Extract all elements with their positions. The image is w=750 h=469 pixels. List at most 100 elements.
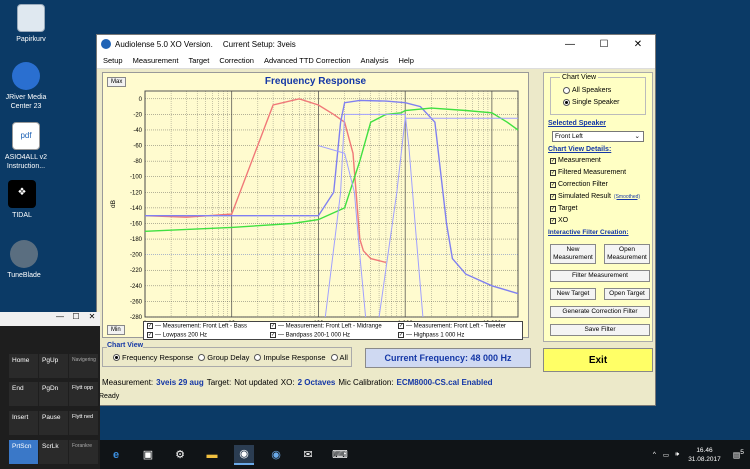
menu-target[interactable]: Target bbox=[188, 56, 209, 65]
key-prtscn[interactable]: PrtScn bbox=[9, 440, 38, 464]
checkbox-measurement[interactable]: ✓ bbox=[550, 157, 556, 164]
key-home[interactable]: Home bbox=[9, 354, 38, 378]
checkbox-target[interactable]: ✓ bbox=[550, 205, 556, 212]
legend-item-tweeter[interactable]: ✓ — Measurement: Front Left - Tweeter bbox=[398, 323, 506, 330]
y-tick-label: -180 bbox=[130, 237, 143, 243]
keyboard-restore-icon[interactable]: ☐ bbox=[68, 312, 84, 326]
key-end[interactable]: End bbox=[9, 382, 38, 406]
minimize-button[interactable]: — bbox=[553, 39, 587, 50]
key-forankre[interactable]: Forankre bbox=[69, 440, 98, 464]
y-tick-label: -240 bbox=[130, 284, 143, 290]
desktop-icon-jriver[interactable]: JRiver Media Center 23 bbox=[0, 62, 56, 111]
radio-frequency-response[interactable] bbox=[113, 353, 120, 361]
checkbox-correction-filter[interactable]: ✓ bbox=[550, 181, 556, 188]
network-icon[interactable]: ▭ bbox=[663, 451, 669, 459]
key-pause[interactable]: Pause bbox=[39, 411, 68, 435]
keyboard-close-icon[interactable]: ✕ bbox=[84, 312, 100, 326]
min-button[interactable]: Min bbox=[107, 325, 125, 335]
measurement-status-value: 3veis 29 aug bbox=[156, 377, 204, 387]
y-tick-label: -60 bbox=[133, 144, 142, 150]
open-target-button[interactable]: Open Target bbox=[604, 288, 650, 300]
desktop-icon-asio4all[interactable]: pdf ASIO4ALL v2 Instruction... bbox=[0, 122, 56, 171]
mic-status-value: ECM8000-CS.cal Enabled bbox=[396, 377, 493, 387]
max-button[interactable]: Max bbox=[107, 77, 127, 87]
save-filter-button[interactable]: Save Filter bbox=[550, 324, 650, 336]
open-measurement-button[interactable]: Open Measurement bbox=[604, 244, 650, 264]
new-target-button[interactable]: New Target bbox=[550, 288, 596, 300]
new-measurement-button[interactable]: New Measurement bbox=[550, 244, 596, 264]
desktop-icon-recycle-bin[interactable]: Papirkurv bbox=[2, 4, 60, 44]
action-center-icon[interactable]: ▤5 bbox=[733, 449, 744, 460]
clock-time: 16.46 bbox=[696, 446, 713, 454]
menu-setup[interactable]: Setup bbox=[103, 56, 123, 65]
radio-impulse-response[interactable] bbox=[254, 353, 262, 361]
measurement-status-label: Measurement: bbox=[102, 377, 154, 387]
close-button[interactable]: ✕ bbox=[621, 39, 655, 50]
keyboard-minimize-icon[interactable]: — bbox=[52, 312, 68, 326]
store-icon[interactable]: ▣ bbox=[138, 445, 158, 465]
volume-icon[interactable]: 🕪 bbox=[675, 451, 679, 459]
chart-legend: ✓ — Measurement: Front Left - Bass ✓ — Mea… bbox=[143, 321, 523, 340]
menu-correction[interactable]: Correction bbox=[219, 56, 254, 65]
legend-item-bass[interactable]: ✓ — Measurement: Front Left - Bass bbox=[147, 323, 247, 330]
system-tray: ^ ▭ 🕪 16.46 31.08.2017 ▤5 bbox=[649, 446, 750, 464]
show-hidden-icons-chevron-icon[interactable]: ^ bbox=[653, 451, 656, 458]
y-tick-label: -260 bbox=[130, 299, 143, 305]
audiolense-window: Audiolense 5.0 XO Version. Current Setup… bbox=[96, 34, 656, 406]
audiolense-taskbar-icon[interactable]: ◉ bbox=[234, 444, 254, 465]
jriver-taskbar-icon[interactable]: ◉ bbox=[266, 445, 286, 465]
generate-correction-filter-button[interactable]: Generate Correction Filter bbox=[550, 306, 650, 318]
key-pgdn[interactable]: PgDn bbox=[39, 382, 68, 406]
legend-item-lowpass[interactable]: ✓ — Lowpass 200 Hz bbox=[147, 332, 207, 339]
exit-button[interactable]: Exit bbox=[543, 348, 653, 372]
menu-advanced-ttd[interactable]: Advanced TTD Correction bbox=[264, 56, 351, 65]
tuneblade-icon bbox=[10, 240, 38, 268]
clock[interactable]: 16.46 31.08.2017 bbox=[688, 446, 721, 464]
title-bar[interactable]: Audiolense 5.0 XO Version. Current Setup… bbox=[97, 35, 655, 53]
radio-group-delay[interactable] bbox=[198, 353, 206, 361]
single-speaker-label: Single Speaker bbox=[572, 99, 620, 106]
on-screen-keyboard: — ☐ ✕ Home PgUp Navigering End PgDn Flyt… bbox=[0, 312, 100, 469]
menu-measurement[interactable]: Measurement bbox=[133, 56, 179, 65]
smoothed-link[interactable]: (Smoothed) bbox=[614, 194, 640, 200]
menu-analysis[interactable]: Analysis bbox=[361, 56, 389, 65]
desktop-icon-tuneblade[interactable]: TuneBlade bbox=[0, 240, 54, 280]
legend-item-midrange[interactable]: ✓ — Measurement: Front Left - Midrange bbox=[270, 323, 382, 330]
mail-icon[interactable]: ✉ bbox=[298, 445, 318, 465]
key-scrlk[interactable]: ScrLk bbox=[39, 440, 68, 464]
checkbox-label: Measurement bbox=[558, 157, 601, 164]
legend-item-highpass[interactable]: ✓ — Highpass 1 000 Hz bbox=[398, 332, 464, 339]
key-navigering[interactable]: Navigering bbox=[69, 354, 98, 378]
menu-bar: Setup Measurement Target Correction Adva… bbox=[97, 53, 655, 69]
radio-all[interactable] bbox=[330, 353, 338, 361]
status-line: Measurement: 3veis 29 aug Target: Not up… bbox=[97, 372, 537, 392]
keyboard-taskbar-icon[interactable]: ⌨ bbox=[330, 445, 350, 465]
desktop-icon-label: Papirkurv bbox=[16, 36, 46, 43]
file-explorer-icon[interactable]: ▬ bbox=[202, 445, 222, 465]
taskbar: e ▣ ⚙ ▬ ◉ ◉ ✉ ⌨ ^ ▭ 🕪 16.46 31.08.2017 ▤… bbox=[100, 440, 750, 469]
client-area: 0 -20 -40 -60 -80 -100 -120 -140 -160 -180 -200 -22… bbox=[97, 69, 655, 405]
checkbox-xo[interactable]: ✓ bbox=[550, 217, 556, 224]
filter-measurement-button[interactable]: Filter Measurement bbox=[550, 270, 650, 282]
key-flytt-opp[interactable]: Flytt opp bbox=[69, 382, 98, 406]
key-insert[interactable]: Insert bbox=[9, 411, 38, 435]
checkbox-simulated-result[interactable]: ✓ bbox=[550, 193, 556, 200]
settings-gear-icon[interactable]: ⚙ bbox=[170, 445, 190, 465]
checkbox-filtered-measurement[interactable]: ✓ bbox=[550, 169, 556, 176]
jriver-icon bbox=[12, 62, 40, 90]
key-pgup[interactable]: PgUp bbox=[39, 354, 68, 378]
desktop-icon-tidal[interactable]: ❖ TIDAL bbox=[0, 180, 52, 220]
radio-single-speaker[interactable] bbox=[563, 99, 570, 106]
y-axis-label: dB bbox=[110, 200, 117, 208]
control-panel: Chart View All Speakers Single Speaker S… bbox=[543, 72, 653, 342]
app-icon bbox=[101, 39, 111, 49]
radio-all-speakers[interactable] bbox=[563, 87, 570, 94]
menu-help[interactable]: Help bbox=[398, 56, 413, 65]
maximize-button[interactable]: ☐ bbox=[587, 39, 621, 50]
y-tick-label: -160 bbox=[130, 221, 143, 227]
legend-item-bandpass[interactable]: ✓ — Bandpass 200-1 000 Hz bbox=[270, 332, 350, 339]
key-flytt-ned[interactable]: Flytt ned bbox=[69, 411, 98, 435]
edge-icon[interactable]: e bbox=[106, 445, 126, 465]
speaker-select[interactable]: Front Left ⌄ bbox=[552, 131, 644, 142]
y-tick-label: -220 bbox=[130, 268, 143, 274]
